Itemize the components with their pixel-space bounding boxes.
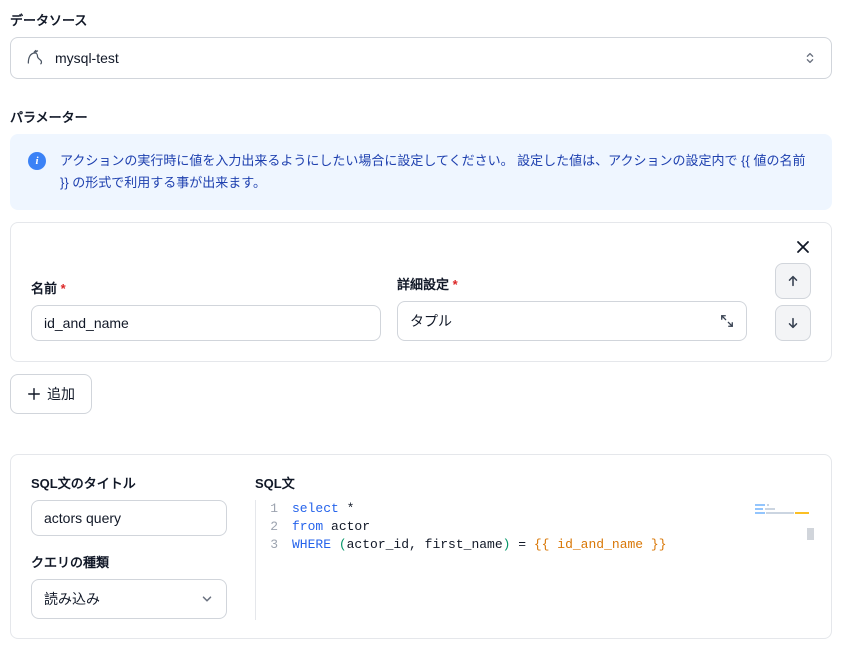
add-parameter-button[interactable]: 追加	[10, 374, 92, 414]
arrow-down-icon	[786, 316, 800, 330]
query-type-label: クエリの種類	[31, 552, 227, 571]
parameter-info-text: アクションの実行時に値を入力出来るようにしたい場合に設定してください。 設定した…	[60, 150, 814, 194]
sql-title-label: SQL文のタイトル	[31, 473, 227, 492]
close-button[interactable]	[793, 237, 813, 257]
expand-icon	[720, 314, 734, 328]
detail-select-value: タプル	[410, 311, 452, 331]
chevron-down-icon	[200, 592, 214, 606]
code-line: 2 from actor	[256, 518, 811, 536]
datasource-value: mysql-test	[55, 50, 793, 66]
sql-body-label: SQL文	[255, 473, 811, 492]
detail-select[interactable]: タプル	[397, 301, 747, 341]
sql-code-editor[interactable]: 1 select * 2 from actor 3 WHERE (actor_i…	[255, 500, 811, 620]
mysql-icon	[25, 48, 45, 68]
sql-card: SQL文のタイトル クエリの種類 読み込み SQL文 1 select * 2 …	[10, 454, 832, 639]
updown-chevron-icon	[803, 51, 817, 65]
query-type-value: 読み込み	[44, 589, 100, 609]
detail-field-label: 詳細設定 *	[397, 274, 747, 293]
query-type-select[interactable]: 読み込み	[31, 579, 227, 619]
move-down-button[interactable]	[775, 305, 811, 341]
name-input[interactable]	[31, 305, 381, 341]
parameter-card: 名前 * 詳細設定 * タプル	[10, 222, 832, 362]
close-icon	[795, 239, 811, 255]
editor-scrollbar[interactable]	[807, 528, 814, 540]
info-icon: i	[28, 152, 46, 170]
plus-icon	[27, 387, 41, 401]
code-line: 1 select *	[256, 500, 811, 518]
sql-title-input[interactable]	[31, 500, 227, 536]
arrow-up-icon	[786, 274, 800, 288]
move-up-button[interactable]	[775, 263, 811, 299]
parameter-info-banner: i アクションの実行時に値を入力出来るようにしたい場合に設定してください。 設定…	[10, 134, 832, 210]
name-field-label: 名前 *	[31, 278, 381, 297]
datasource-select[interactable]: mysql-test	[10, 37, 832, 79]
code-line: 3 WHERE (actor_id, first_name) = {{ id_a…	[256, 536, 811, 554]
datasource-label: データソース	[10, 10, 832, 29]
parameter-section-label: パラメーター	[10, 107, 832, 126]
